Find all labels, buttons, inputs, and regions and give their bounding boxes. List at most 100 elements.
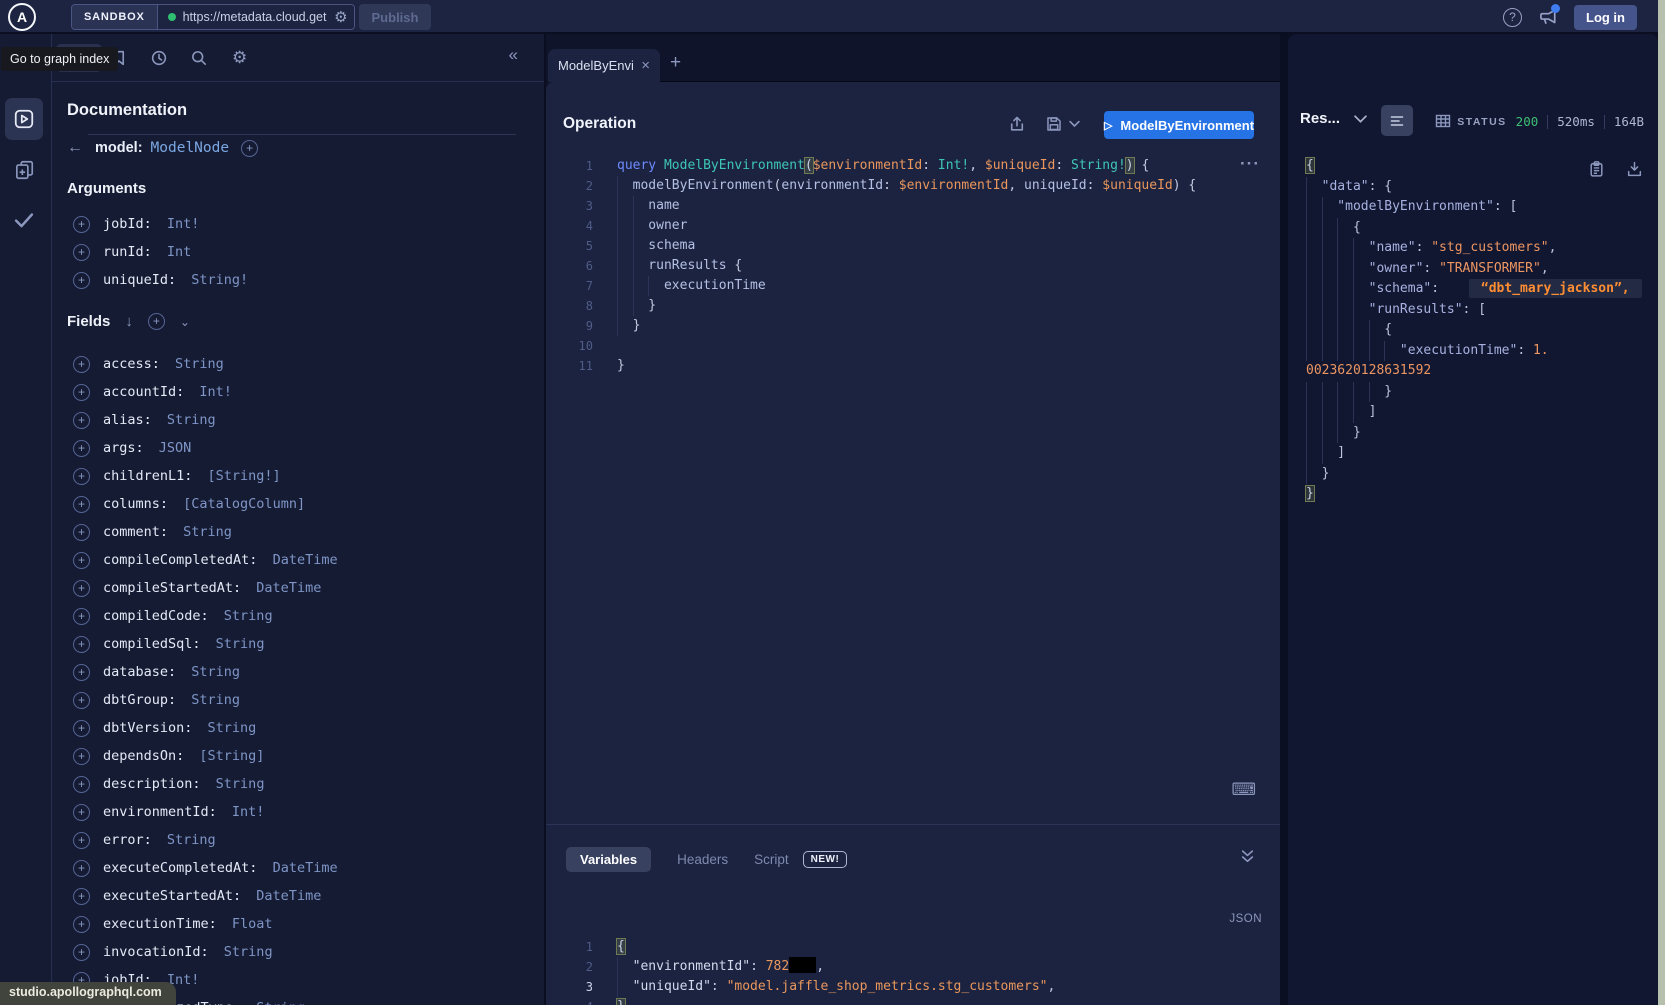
search-icon[interactable] <box>190 49 208 67</box>
field-type[interactable]: Int <box>159 244 192 260</box>
add-field-icon[interactable]: + <box>73 412 90 429</box>
response-body[interactable]: { "data": { "modelByEnvironment": [ { "n… <box>1292 156 1654 505</box>
explorer-nav-button[interactable] <box>5 98 43 140</box>
operation-editor[interactable]: 1query ModelByEnvironment($environmentId… <box>546 156 1280 376</box>
field-row[interactable]: +executeStartedAt: DateTime <box>52 882 544 910</box>
field-row[interactable]: +compiledCode: String <box>52 602 544 630</box>
tab-variables[interactable]: Variables <box>566 847 651 872</box>
field-type[interactable]: String <box>216 608 273 624</box>
field-type[interactable]: String <box>159 832 216 848</box>
add-field-icon[interactable]: + <box>73 356 90 373</box>
add-all-fields-icon[interactable]: + <box>148 313 165 330</box>
field-row[interactable]: +compileStartedAt: DateTime <box>52 574 544 602</box>
save-icon[interactable] <box>1045 115 1063 133</box>
response-chevron-down-icon[interactable] <box>1354 114 1367 124</box>
field-row[interactable]: +compiledSql: String <box>52 630 544 658</box>
field-row[interactable]: +executionTime: Float <box>52 910 544 938</box>
field-type[interactable]: Int! <box>191 384 232 400</box>
apollo-logo-icon[interactable]: A <box>8 3 36 31</box>
settings-gear-icon[interactable]: ⚙ <box>232 49 250 67</box>
table-view-toggle-button[interactable] <box>1427 105 1459 136</box>
add-field-icon[interactable]: + <box>73 832 90 849</box>
field-type[interactable]: String <box>216 944 273 960</box>
field-row[interactable]: +dependsOn: [String] <box>52 742 544 770</box>
add-field-icon[interactable]: + <box>73 916 90 933</box>
share-icon[interactable] <box>1008 115 1026 133</box>
run-operation-button[interactable]: ▷ ModelByEnvironment <box>1104 111 1254 139</box>
history-icon[interactable] <box>150 49 168 67</box>
field-row[interactable]: +error: String <box>52 826 544 854</box>
field-row[interactable]: +executeCompletedAt: DateTime <box>52 854 544 882</box>
sort-fields-icon[interactable]: ↓ <box>125 313 133 330</box>
login-button[interactable]: Log in <box>1574 5 1637 30</box>
field-row[interactable]: +runId: Int <box>52 238 544 266</box>
add-field-icon[interactable]: + <box>73 944 90 961</box>
announcements-megaphone-icon[interactable] <box>1537 6 1559 28</box>
close-tab-icon[interactable]: × <box>641 57 650 74</box>
field-row[interactable]: +args: JSON <box>52 434 544 462</box>
help-icon[interactable]: ? <box>1503 8 1522 27</box>
field-type[interactable]: String <box>167 356 224 372</box>
text-view-toggle-button[interactable] <box>1381 105 1413 136</box>
field-type[interactable]: Float <box>224 916 273 932</box>
field-row[interactable]: +columns: [CatalogColumn] <box>52 490 544 518</box>
add-field-icon[interactable]: + <box>73 496 90 513</box>
field-row[interactable]: +childrenL1: [String!] <box>52 462 544 490</box>
add-field-icon[interactable]: + <box>73 804 90 821</box>
add-field-icon[interactable]: + <box>73 216 90 233</box>
field-row[interactable]: +accountId: Int! <box>52 378 544 406</box>
response-panel-title[interactable]: Res... <box>1300 110 1340 127</box>
variables-editor[interactable]: 1{2 "environmentId": 782,3 "uniqueId": "… <box>546 937 1280 1005</box>
new-tab-icon[interactable]: + <box>670 52 681 74</box>
add-field-icon[interactable]: + <box>73 524 90 541</box>
keyboard-shortcuts-icon[interactable]: ⌨ <box>1231 780 1256 800</box>
field-row[interactable]: +jobId: Int! <box>52 210 544 238</box>
field-row[interactable]: +environmentId: Int! <box>52 798 544 826</box>
field-type[interactable]: DateTime <box>248 580 321 596</box>
field-type[interactable]: String <box>183 664 240 680</box>
add-field-icon[interactable]: + <box>73 440 90 457</box>
field-row[interactable]: +compileCompletedAt: DateTime <box>52 546 544 574</box>
field-type[interactable]: Int! <box>159 216 200 232</box>
checks-nav-button[interactable] <box>5 199 43 241</box>
field-type[interactable]: String <box>183 692 240 708</box>
field-type[interactable]: String! <box>183 272 248 288</box>
endpoint-settings-gear-icon[interactable]: ⚙ <box>334 8 347 26</box>
add-field-icon[interactable]: + <box>73 692 90 709</box>
add-field-icon[interactable]: + <box>73 664 90 681</box>
collapse-variables-icon[interactable] <box>1240 849 1256 865</box>
field-row[interactable]: +invocationId: String <box>52 938 544 966</box>
add-field-icon[interactable]: + <box>73 244 90 261</box>
add-field-icon[interactable]: + <box>73 384 90 401</box>
add-field-icon[interactable]: + <box>73 888 90 905</box>
field-type[interactable]: String <box>248 1000 305 1005</box>
field-row[interactable]: +uniqueId: String! <box>52 266 544 294</box>
field-type[interactable]: DateTime <box>264 552 337 568</box>
field-type[interactable]: [String] <box>191 748 264 764</box>
field-type[interactable]: DateTime <box>264 860 337 876</box>
field-type[interactable]: String <box>159 412 216 428</box>
add-field-icon[interactable]: + <box>73 636 90 653</box>
collapse-panel-icon[interactable]: « <box>509 45 518 65</box>
field-row[interactable]: +dbtVersion: String <box>52 714 544 742</box>
field-type[interactable]: [CatalogColumn] <box>175 496 305 512</box>
field-type[interactable]: String <box>175 524 232 540</box>
endpoint-url-input[interactable]: https://metadata.cloud.get ⚙ <box>158 5 354 29</box>
field-row[interactable]: +comment: String <box>52 518 544 546</box>
field-type[interactable]: String <box>199 720 256 736</box>
add-field-icon[interactable]: + <box>73 860 90 877</box>
back-arrow-icon[interactable]: ← <box>67 139 83 157</box>
field-row[interactable]: +alias: String <box>52 406 544 434</box>
doc-type-link[interactable]: ModelNode <box>151 140 230 156</box>
operation-tab[interactable]: ModelByEnvi... × <box>548 49 660 82</box>
field-row[interactable]: +access: String <box>52 350 544 378</box>
endpoint-url-value[interactable]: https://metadata.cloud.get <box>183 10 328 24</box>
chevron-down-icon[interactable]: ⌄ <box>180 315 190 329</box>
schema-nav-button[interactable] <box>5 149 43 191</box>
field-type[interactable]: JSON <box>151 440 192 456</box>
field-row[interactable]: +description: String <box>52 770 544 798</box>
field-type[interactable]: String <box>208 776 265 792</box>
field-type[interactable]: Int! <box>224 804 265 820</box>
field-type[interactable]: DateTime <box>248 888 321 904</box>
add-field-icon[interactable]: + <box>241 140 258 157</box>
